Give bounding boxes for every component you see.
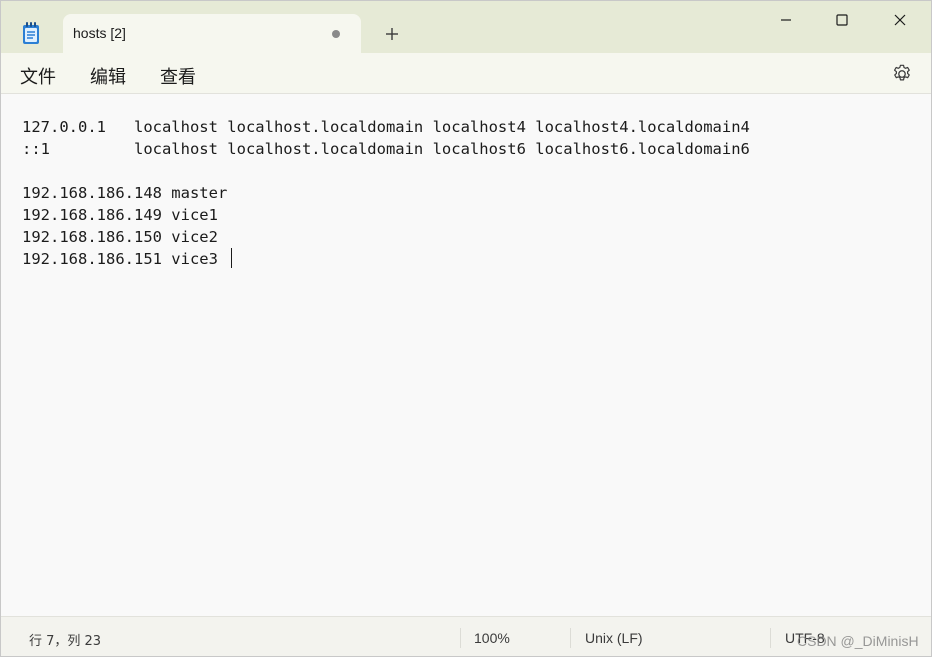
editor-line: 192.168.186.151 vice3 (22, 248, 750, 270)
status-bar: 行 7，列 23 100% Unix (LF) UTF-8 CSDN @_DiM… (1, 616, 931, 656)
status-divider (570, 628, 571, 648)
menu-bar: 文件 编辑 查看 (1, 53, 931, 94)
line-ending[interactable]: Unix (LF) (585, 630, 643, 646)
status-divider (460, 628, 461, 648)
line-text: 192.168.186.150 vice2 (22, 228, 218, 246)
zoom-level[interactable]: 100% (474, 630, 510, 646)
line-text: 192.168.186.149 vice1 (22, 206, 218, 224)
notepad-window: hosts [2] 文件 编辑 查看 127.0.0.1 localhost l… (0, 0, 932, 657)
line-text: 192.168.186.151 vice3 (22, 250, 228, 268)
close-button[interactable] (877, 1, 923, 39)
new-tab-button[interactable] (379, 21, 405, 47)
status-divider (770, 628, 771, 648)
text-editor[interactable]: 127.0.0.1 localhost localhost.localdomai… (1, 94, 931, 616)
editor-line: 192.168.186.148 master (22, 182, 750, 204)
title-bar[interactable]: hosts [2] (1, 1, 931, 54)
minimize-icon (781, 19, 791, 21)
cursor-position[interactable]: 行 7，列 23 (29, 630, 101, 649)
maximize-icon (836, 14, 848, 26)
editor-line: 127.0.0.1 localhost localhost.localdomai… (22, 116, 750, 138)
line-text: 192.168.186.148 master (22, 184, 228, 202)
close-icon (894, 14, 906, 26)
text-caret (231, 248, 233, 268)
watermark: CSDN @_DiMinisH (797, 633, 919, 649)
tab-title: hosts [2] (73, 25, 126, 41)
editor-line: ::1 localhost localhost.localdomain loca… (22, 138, 750, 160)
editor-text: 127.0.0.1 localhost localhost.localdomai… (22, 116, 750, 270)
unsaved-indicator-icon[interactable] (332, 30, 340, 38)
plus-icon (386, 28, 398, 40)
tab-hosts[interactable]: hosts [2] (63, 14, 361, 54)
menu-edit[interactable]: 编辑 (90, 63, 126, 89)
line-text: ::1 localhost localhost.localdomain loca… (22, 140, 750, 158)
maximize-button[interactable] (819, 1, 865, 39)
editor-line: 192.168.186.150 vice2 (22, 226, 750, 248)
minimize-button[interactable] (763, 1, 809, 39)
line-text: 127.0.0.1 localhost localhost.localdomai… (22, 118, 750, 136)
menu-file[interactable]: 文件 (20, 63, 56, 89)
settings-button[interactable] (891, 63, 913, 85)
gear-icon (893, 64, 910, 81)
menu-view[interactable]: 查看 (160, 63, 196, 89)
editor-line: 192.168.186.149 vice1 (22, 204, 750, 226)
notepad-icon (21, 21, 41, 45)
